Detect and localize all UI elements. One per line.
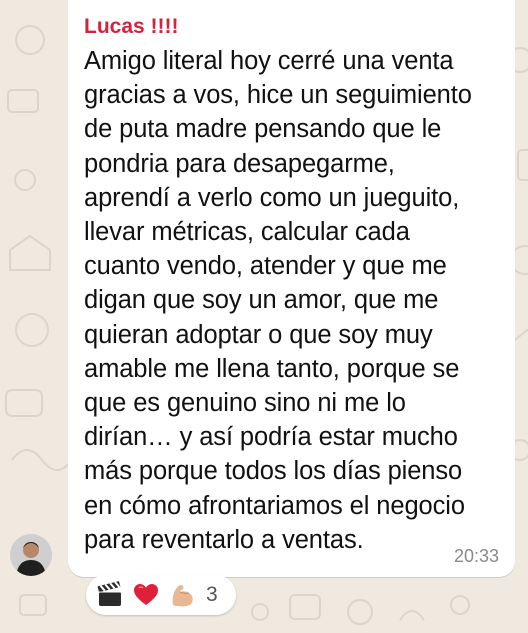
message-timestamp: 20:33 — [453, 546, 499, 566]
sender-avatar[interactable] — [10, 534, 52, 576]
clapperboard-icon — [97, 581, 121, 606]
reaction-count: 3 — [206, 583, 218, 606]
flexed-biceps-icon — [172, 585, 193, 607]
message-bubble[interactable]: Lucas !!!! Amigo literal hoy cerré una v… — [68, 0, 515, 577]
sender-name[interactable]: Lucas !!!! — [84, 14, 497, 40]
reactions-bar[interactable]: 3 — [86, 575, 236, 615]
red-heart-icon — [134, 584, 158, 605]
message-text: Amigo literal hoy cerré una venta gracia… — [84, 47, 472, 554]
